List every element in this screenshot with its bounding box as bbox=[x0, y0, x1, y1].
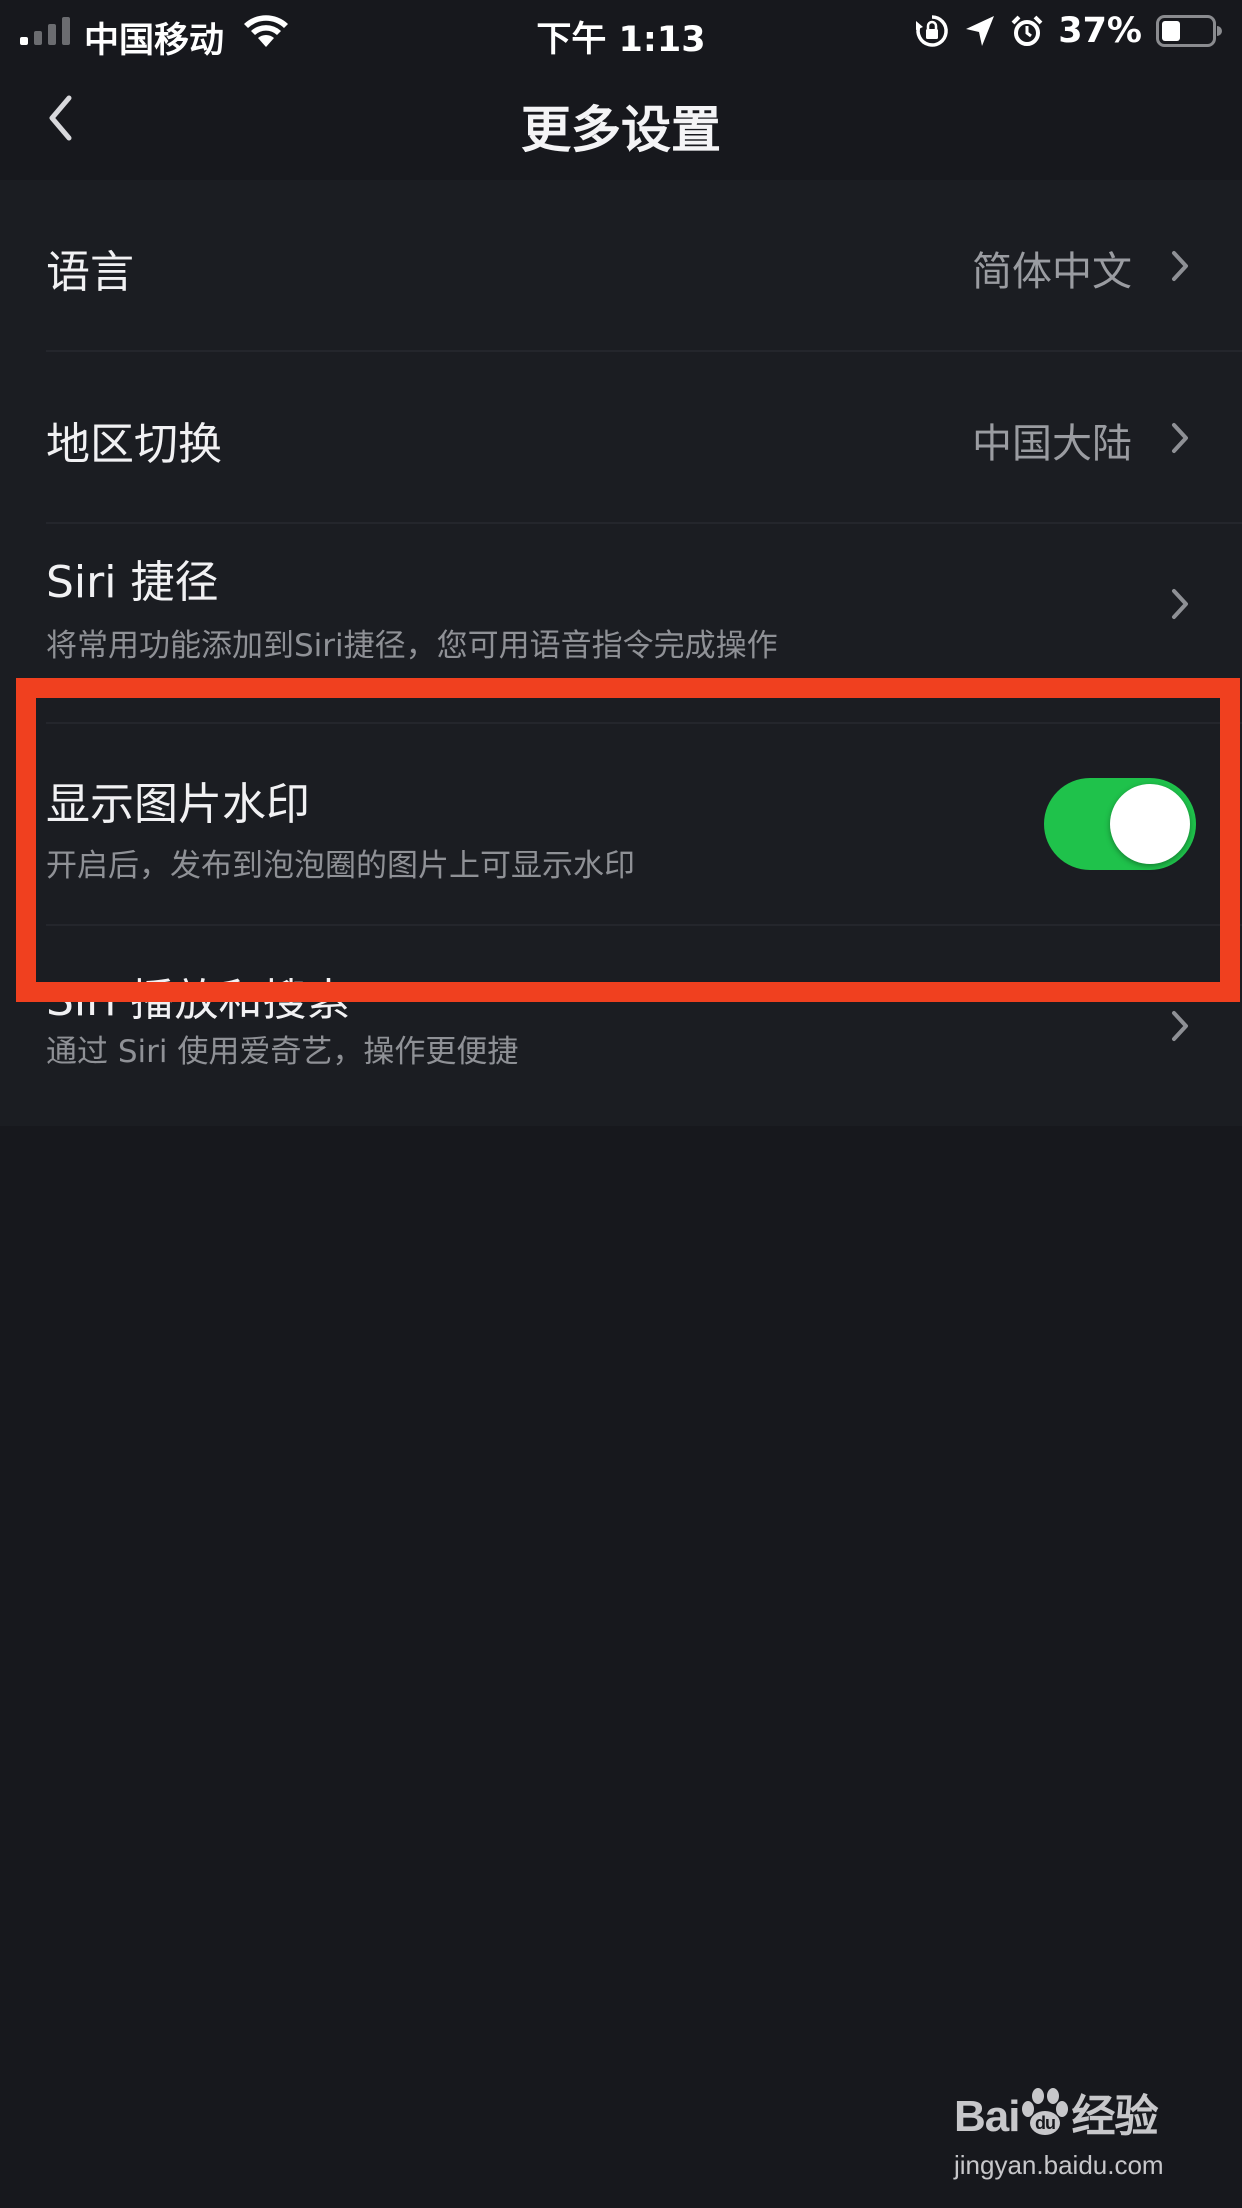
setting-label: 地区切换 bbox=[46, 419, 222, 470]
setting-description: 通过 Siri 使用爱奇艺，操作更便捷 bbox=[46, 1034, 519, 1070]
alarm-icon bbox=[1011, 15, 1043, 46]
setting-row-region[interactable]: 地区切换 中国大陆 bbox=[0, 352, 1242, 522]
settings-list: 语言 简体中文 地区切换 中国大陆 Siri 捷径 将常用功能添加到Siri捷径… bbox=[0, 180, 1242, 1126]
chevron-right-icon bbox=[1172, 589, 1188, 619]
setting-label: 语言 bbox=[46, 247, 134, 298]
baidu-jingyan-watermark: Bai du 经验 jingyan.baidu.com bbox=[954, 2080, 1194, 2190]
setting-row-siri-play-search[interactable]: Siri 播放和搜索 通过 Siri 使用爱奇艺，操作更便捷 bbox=[0, 964, 1242, 1126]
status-right-group: 37% bbox=[914, 11, 1222, 51]
chevron-right-icon bbox=[1172, 251, 1188, 281]
svg-text:du: du bbox=[1035, 2113, 1055, 2133]
watermark-brand-right: 经验 bbox=[1071, 2092, 1158, 2141]
chevron-right-icon bbox=[1172, 1011, 1188, 1041]
setting-label: Siri 播放和搜索 bbox=[46, 975, 351, 1026]
orientation-lock-icon bbox=[916, 15, 949, 47]
row-divider bbox=[46, 924, 1242, 926]
watermark-toggle[interactable] bbox=[1044, 778, 1196, 870]
watermark-site: jingyan.baidu.com bbox=[954, 2150, 1164, 2180]
chevron-right-icon bbox=[1172, 423, 1188, 453]
setting-description: 开启后，发布到泡泡圈的图片上可显示水印 bbox=[46, 848, 635, 884]
setting-label: 显示图片水印 bbox=[46, 779, 310, 830]
navigation-bar: 更多设置 bbox=[0, 64, 1242, 176]
setting-row-language[interactable]: 语言 简体中文 bbox=[0, 180, 1242, 350]
location-icon bbox=[966, 16, 995, 46]
watermark-brand-left: Bai bbox=[954, 2092, 1020, 2141]
watermark-brand: Bai du 经验 bbox=[954, 2080, 1158, 2144]
setting-description: 将常用功能添加到Siri捷径，您可用语音指令完成操作 bbox=[46, 628, 778, 664]
status-bar: 中国移动 下午 1:13 37% bbox=[0, 0, 1242, 64]
setting-value: 中国大陆 bbox=[972, 421, 1132, 467]
toggle-knob bbox=[1110, 784, 1190, 864]
paw-icon: du bbox=[1022, 2088, 1069, 2135]
setting-label: Siri 捷径 bbox=[46, 557, 219, 608]
battery-percent: 37% bbox=[1058, 11, 1142, 51]
setting-value: 简体中文 bbox=[972, 249, 1132, 295]
page-title: 更多设置 bbox=[521, 101, 721, 159]
setting-row-show-watermark: 显示图片水印 开启后，发布到泡泡圈的图片上可显示水印 bbox=[0, 724, 1242, 924]
battery-icon bbox=[1156, 15, 1222, 47]
setting-row-siri-shortcuts[interactable]: Siri 捷径 将常用功能添加到Siri捷径，您可用语音指令完成操作 bbox=[0, 524, 1242, 702]
